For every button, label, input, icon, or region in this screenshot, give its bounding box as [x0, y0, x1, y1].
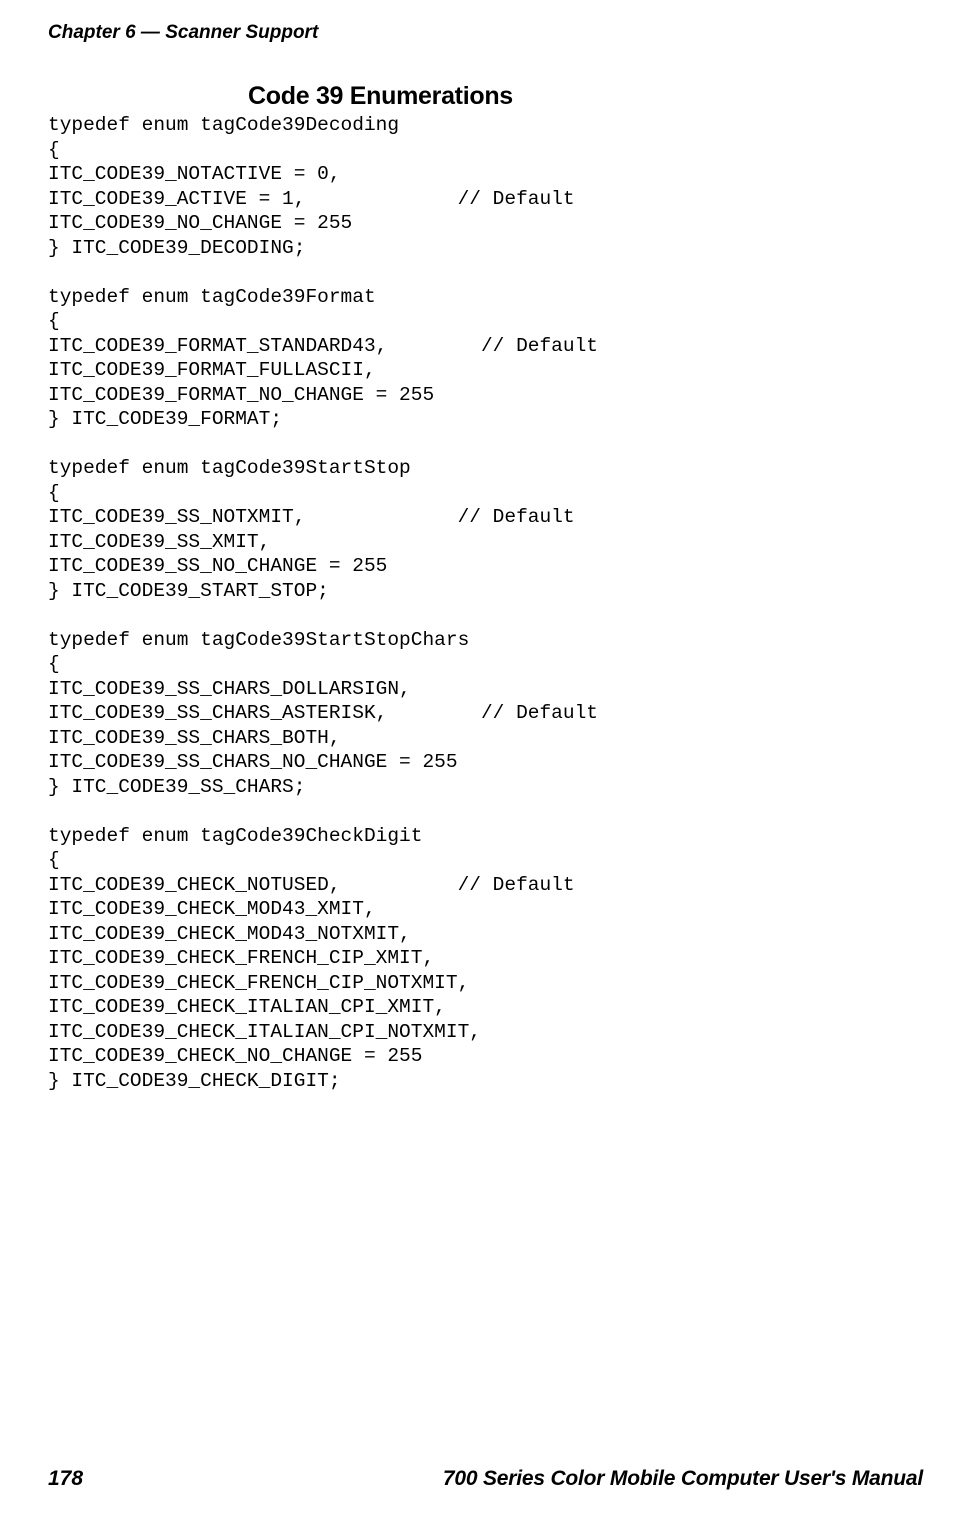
footer: 178 700 Series Color Mobile Computer Use… — [48, 1467, 923, 1491]
running-header: Chapter 6 — Scanner Support — [48, 22, 318, 44]
header-separator: — — [136, 22, 166, 43]
manual-title: 700 Series Color Mobile Computer User's … — [443, 1467, 923, 1491]
page-number: 178 — [48, 1467, 83, 1491]
page: Chapter 6 — Scanner Support Code 39 Enum… — [0, 0, 971, 1519]
chapter-label: Chapter 6 — [48, 22, 136, 43]
section-title: Code 39 Enumerations — [48, 82, 923, 111]
code-block: typedef enum tagCode39Decoding { ITC_COD… — [48, 113, 923, 1093]
section-label: Scanner Support — [165, 22, 318, 43]
content-area: Code 39 Enumerations typedef enum tagCod… — [48, 82, 923, 1093]
